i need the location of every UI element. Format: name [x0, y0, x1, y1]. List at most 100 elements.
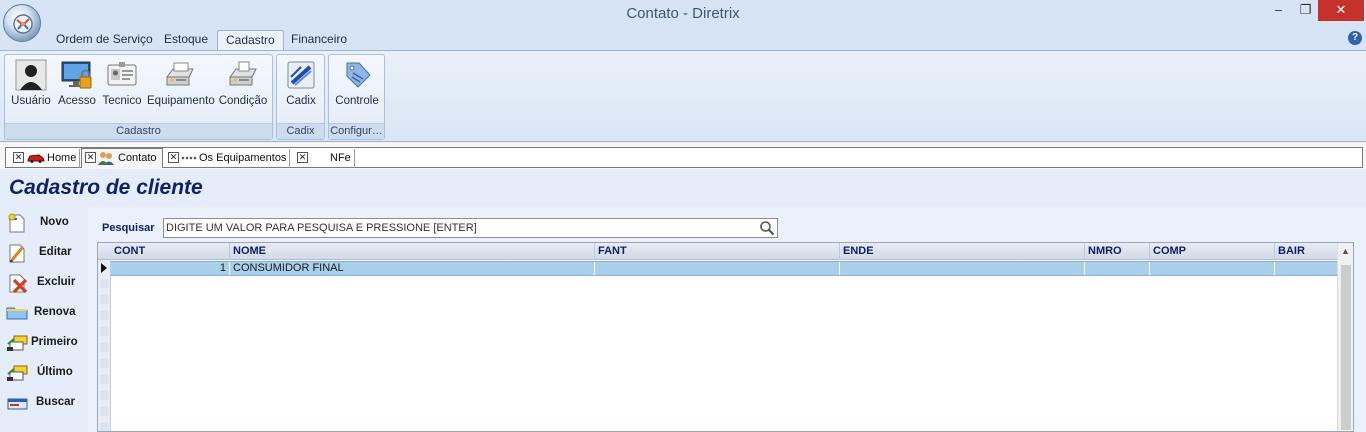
scroll-up-icon[interactable]: ▲: [1341, 246, 1350, 256]
doc-tab-os-equipamentos[interactable]: ✕ Os Equipamentos: [164, 149, 290, 168]
acesso-label: Acesso: [58, 95, 96, 107]
document-tab-bar: ✕ Home ✕ Contato ✕ Os Equipamentos ✕ NFe: [5, 147, 1363, 168]
controle-button[interactable]: Controle: [331, 57, 383, 109]
search-field: [163, 218, 778, 238]
buscar-label: Buscar: [36, 396, 75, 408]
row-indicator: [100, 295, 109, 304]
cell-nmro[interactable]: [1085, 262, 1150, 275]
cash-register-icon: [229, 61, 257, 86]
id-card-icon: [107, 62, 137, 86]
doc-tab-home[interactable]: ✕ Home: [10, 149, 80, 168]
ribbon-group-cadastro: Usuário Acesso Tecnico Equipamento Condi…: [4, 54, 273, 140]
renova-label: Renova: [34, 306, 76, 318]
cell-ende[interactable]: [840, 262, 1085, 275]
search-icon[interactable]: [759, 220, 775, 236]
column-header-cont[interactable]: CONT: [111, 243, 230, 260]
buscar-button[interactable]: Buscar: [4, 391, 84, 417]
content-area: Cadastro de cliente Novo Editar Excluir …: [0, 169, 1366, 432]
tecnico-button[interactable]: Tecnico: [101, 57, 143, 109]
close-tab-nfe-icon[interactable]: ✕: [297, 152, 308, 163]
row-indicator-column: [98, 260, 111, 431]
column-header-nmro[interactable]: NMRO: [1085, 243, 1150, 260]
doc-tab-contato[interactable]: ✕ Contato: [81, 148, 163, 168]
user-icon: [15, 59, 47, 91]
tab-financeiro[interactable]: Financeiro: [283, 30, 355, 51]
row-indicator: [100, 343, 109, 352]
ultimo-label: Último: [37, 366, 73, 378]
tag-icon: [346, 62, 371, 88]
app-logo-icon: [13, 14, 33, 34]
main-panel: Pesquisar CONT NOME FANT ENDE NMRO COMP …: [88, 207, 1366, 432]
doc-tab-contato-label: Contato: [118, 152, 157, 164]
excluir-button[interactable]: Excluir: [4, 271, 84, 297]
ribbon-group-label-configuracao: Configur…: [329, 123, 384, 139]
document-tab-strip: ✕ Home ✕ Contato ✕ Os Equipamentos ✕ NFe: [0, 143, 1366, 169]
close-button[interactable]: ✕: [1318, 0, 1364, 21]
delete-icon: [9, 274, 28, 293]
novo-button[interactable]: Novo: [4, 211, 84, 237]
primeiro-button[interactable]: Primeiro: [4, 331, 84, 357]
doc-tab-os-equipamentos-label: Os Equipamentos: [199, 152, 287, 164]
row-indicator: [100, 407, 109, 416]
maximize-button[interactable]: ❐: [1291, 0, 1320, 21]
renova-button[interactable]: Renova: [4, 301, 84, 327]
column-header-comp[interactable]: COMP: [1150, 243, 1275, 260]
data-grid: CONT NOME FANT ENDE NMRO COMP BAIR 1 CON…: [97, 242, 1354, 432]
usuario-button[interactable]: Usuário: [9, 57, 53, 109]
tab-ordem-de-servico[interactable]: Ordem de Serviço: [48, 30, 161, 51]
usuario-label: Usuário: [11, 95, 51, 107]
ribbon-group-label-cadastro: Cadastro: [5, 123, 272, 139]
ribbon-group-configuracao: Controle Configur…: [328, 54, 385, 140]
column-header-fant[interactable]: FANT: [595, 243, 840, 260]
tab-estoque[interactable]: Estoque: [156, 30, 216, 51]
app-menu-orb[interactable]: [3, 4, 41, 42]
grid-header: CONT NOME FANT ENDE NMRO COMP BAIR: [98, 243, 1338, 260]
tab-cadastro[interactable]: Cadastro: [217, 30, 284, 51]
ribbon-group-label-cadix: Cadix: [277, 123, 324, 139]
condicao-button[interactable]: Condição: [217, 57, 269, 109]
acesso-button[interactable]: Acesso: [55, 57, 99, 109]
doc-tab-nfe[interactable]: ✕ NFe: [293, 149, 355, 168]
close-tab-contato-icon[interactable]: ✕: [85, 152, 96, 163]
primeiro-label: Primeiro: [31, 336, 78, 348]
row-indicator: [100, 327, 109, 336]
row-indicator: [100, 423, 109, 431]
minimize-button[interactable]: ‒: [1264, 0, 1293, 21]
app-window: Contato - Diretrix ‒ ❐ ✕ Ordem de Serviç…: [0, 0, 1366, 432]
cell-bair[interactable]: [1275, 262, 1338, 275]
ribbon-group-cadix: Cadix Cadix: [276, 54, 325, 140]
grid-vertical-scrollbar[interactable]: ▲: [1337, 243, 1353, 431]
close-tab-home-icon[interactable]: ✕: [13, 152, 24, 163]
column-header-bair[interactable]: BAIR: [1275, 243, 1338, 260]
cadix-icon: [287, 61, 315, 89]
column-header-nome[interactable]: NOME: [230, 243, 595, 260]
edit-document-icon: [9, 244, 25, 263]
ultimo-button[interactable]: Último: [4, 361, 84, 387]
cadix-label: Cadix: [286, 95, 316, 107]
ribbon-tab-bar: Ordem de Serviço Estoque Cadastro Financ…: [0, 28, 1366, 51]
ribbon: Usuário Acesso Tecnico Equipamento Condi…: [0, 50, 1366, 142]
row-indicator: [100, 311, 109, 320]
row-indicator: [100, 375, 109, 384]
tecnico-label: Tecnico: [102, 95, 142, 107]
search-card-icon: [7, 398, 28, 410]
new-document-icon: [8, 213, 25, 233]
first-record-icon: [7, 335, 28, 351]
cadix-button[interactable]: Cadix: [279, 57, 323, 109]
table-row[interactable]: 1 CONSUMIDOR FINAL: [111, 261, 1338, 276]
help-icon[interactable]: ?: [1348, 31, 1362, 45]
scrollbar-thumb[interactable]: [1341, 265, 1351, 430]
title-bar: Contato - Diretrix ‒ ❐ ✕: [0, 0, 1366, 28]
cell-nome[interactable]: CONSUMIDOR FINAL: [230, 262, 595, 275]
editar-button[interactable]: Editar: [4, 241, 84, 267]
cell-comp[interactable]: [1150, 262, 1275, 275]
column-header-ende[interactable]: ENDE: [840, 243, 1085, 260]
search-input[interactable]: [166, 220, 751, 236]
controle-label: Controle: [335, 95, 379, 107]
equipamento-button[interactable]: Equipamento: [147, 57, 215, 109]
cell-fant[interactable]: [595, 262, 840, 275]
cell-cont[interactable]: 1: [111, 262, 230, 275]
close-tab-os-equipamentos-icon[interactable]: ✕: [168, 152, 179, 163]
row-indicator: [100, 391, 109, 400]
people-icon: [98, 152, 114, 165]
